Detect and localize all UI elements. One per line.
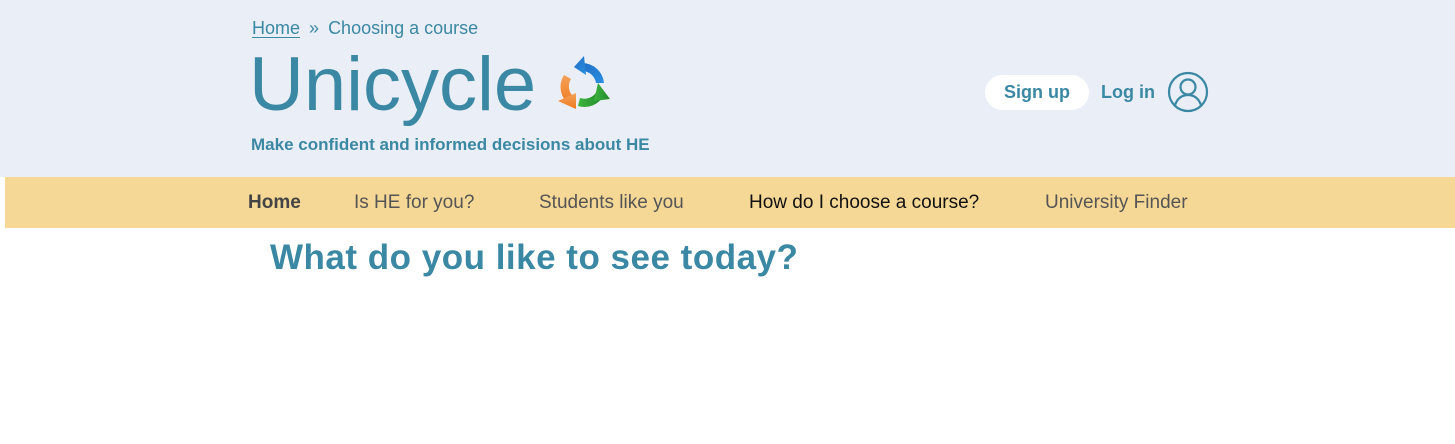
nav-item-how-do-i-choose-a-course[interactable]: How do I choose a course?	[749, 177, 979, 228]
site-tagline: Make confident and informed decisions ab…	[251, 135, 650, 154]
breadcrumb-separator: »	[309, 18, 320, 38]
page-heading: What do you like to see today?	[270, 238, 799, 277]
logo-wordmark: Unicycle	[249, 42, 537, 127]
breadcrumb-current: Choosing a course	[328, 18, 479, 38]
site-header: Home » Choosing a course Unicycle Make c…	[0, 0, 1455, 177]
recycle-arrows-icon	[558, 56, 611, 109]
user-icon[interactable]	[1167, 71, 1209, 113]
nav-item-home[interactable]: Home	[248, 177, 301, 228]
log-in-link[interactable]: Log in	[1101, 82, 1155, 103]
main-navigation: Home Is HE for you? Students like you Ho…	[5, 177, 1455, 228]
nav-item-students-like-you[interactable]: Students like you	[539, 177, 684, 228]
nav-item-university-finder[interactable]: University Finder	[1045, 177, 1188, 228]
sign-up-button[interactable]: Sign up	[985, 74, 1089, 110]
nav-item-is-he-for-you[interactable]: Is HE for you?	[354, 177, 474, 228]
site-logo[interactable]: Unicycle	[249, 40, 614, 130]
page: Home » Choosing a course Unicycle Make c…	[0, 0, 1455, 444]
auth-controls: Sign up Log in	[985, 71, 1209, 113]
breadcrumb: Home » Choosing a course	[252, 18, 478, 39]
breadcrumb-home-link[interactable]: Home	[252, 18, 300, 38]
